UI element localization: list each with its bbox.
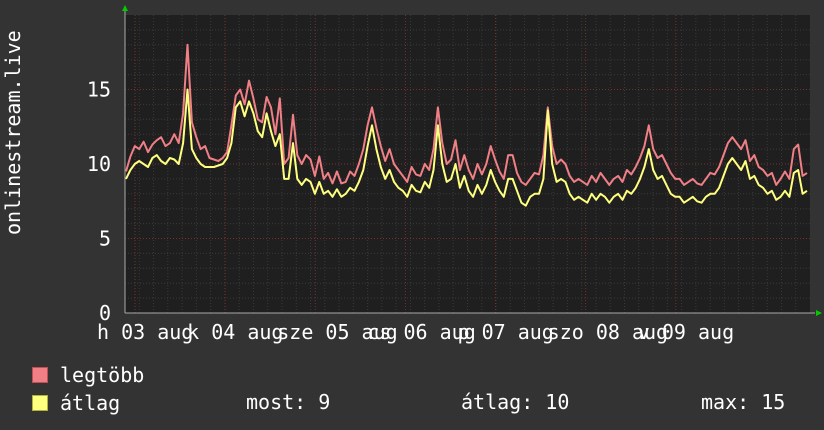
stat-average: átlag: 10 xyxy=(461,390,570,414)
legend-swatch-max xyxy=(32,367,48,383)
x-tick-label: p 07 aug xyxy=(458,320,554,344)
stat-maximum: max: 15 xyxy=(701,390,786,414)
y-tick-label: 15 xyxy=(87,78,111,102)
x-tick-label: v 09 aug xyxy=(638,320,734,344)
legend-label-max: legtöbb xyxy=(60,363,145,387)
legend-item-avg: átlag xyxy=(32,391,120,415)
legend-swatch-avg xyxy=(32,395,48,411)
y-axis-arrow xyxy=(122,5,128,11)
y-tick-label: 5 xyxy=(99,227,111,251)
x-tick-label: h 03 aug xyxy=(97,320,193,344)
legend-item-max: legtöbb xyxy=(32,363,144,387)
y-axis-label: onlinestream.live xyxy=(1,30,25,235)
x-axis-arrow xyxy=(816,310,822,316)
legend-label-avg: átlag xyxy=(60,391,121,415)
stat-current: most: 9 xyxy=(246,390,331,414)
y-tick-label: 10 xyxy=(87,152,111,176)
x-tick-label: k 04 aug xyxy=(187,320,283,344)
